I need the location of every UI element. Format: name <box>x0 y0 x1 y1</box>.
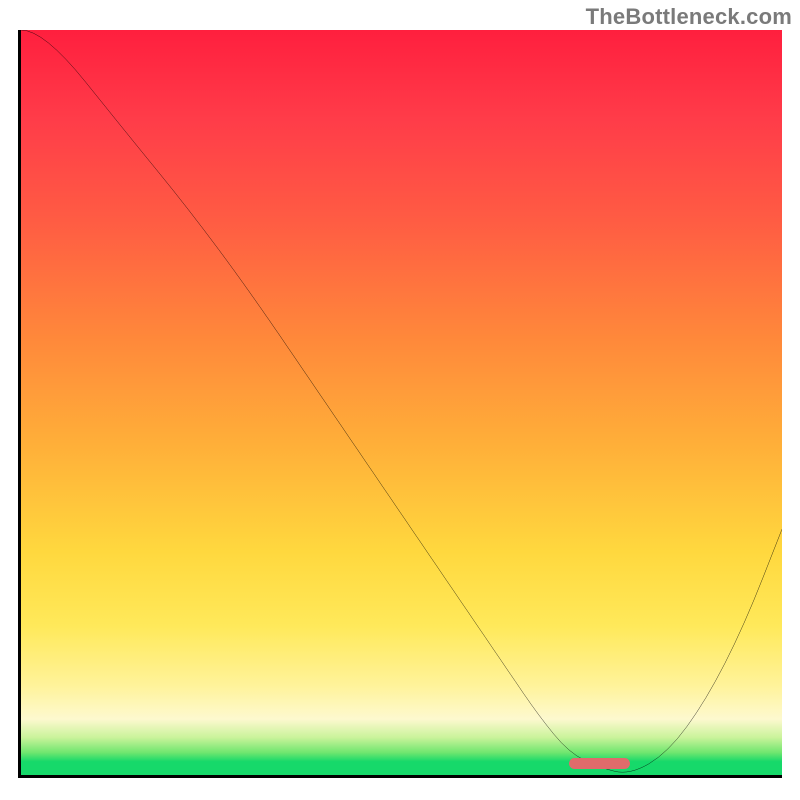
curve-layer <box>21 30 782 775</box>
watermark-text: TheBottleneck.com <box>586 4 792 30</box>
bottleneck-curve <box>21 30 782 772</box>
chart-canvas: TheBottleneck.com <box>0 0 800 800</box>
optimal-range-marker <box>569 758 630 769</box>
plot-area <box>21 30 782 775</box>
